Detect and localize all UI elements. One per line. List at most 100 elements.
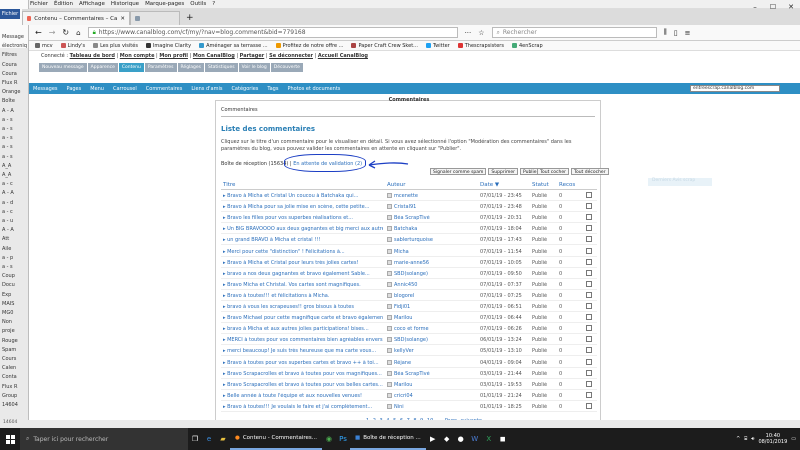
mail-folder-item[interactable]: Spam [2, 347, 16, 353]
inbox-count[interactable]: Boîte de réception (15634) | [221, 161, 292, 167]
bookmark-4enscrap[interactable]: 4enScrap [511, 43, 543, 49]
check-all-button[interactable]: Tout cocher [537, 168, 569, 175]
mail-folder-item[interactable]: A - A [2, 108, 14, 114]
taskbar-app-outlook[interactable]: ■ Boîte de réception ... [349, 428, 426, 450]
back-icon[interactable]: ← [35, 28, 42, 37]
comment-title-link[interactable]: ▸ bravo à Micha et aux autres jolies par… [223, 326, 383, 332]
comment-title-link[interactable]: ▸ Bravo à toutes!!! et félicitations à M… [223, 293, 383, 299]
link-profile[interactable]: Mon profil [159, 53, 188, 59]
menu-edit[interactable]: Édition [54, 1, 73, 7]
col-title[interactable]: Titre [223, 182, 235, 188]
row-checkbox[interactable] [586, 325, 592, 332]
mail-folder-item[interactable]: électroniq [2, 43, 27, 49]
mail-folder-item[interactable]: a - u [2, 218, 13, 224]
mail-folder-item[interactable]: A_A [2, 172, 11, 178]
menu-help[interactable]: ? [212, 1, 215, 7]
row-checkbox[interactable] [586, 192, 592, 198]
row-checkbox[interactable] [586, 247, 592, 254]
bookmark-lindys[interactable]: Lindy's [60, 43, 85, 49]
comment-author-link[interactable]: Marilou [387, 381, 467, 388]
mail-folder-item[interactable]: Flux R [2, 80, 17, 86]
mail-folder-item[interactable]: Rouge [2, 338, 18, 344]
comment-author-link[interactable]: marie-anne56 [387, 259, 467, 266]
tab-content[interactable]: Contenu [118, 63, 144, 72]
mail-folder-item[interactable]: a - c [2, 181, 13, 187]
tab-statistics[interactable]: Statistiques [205, 63, 238, 72]
mail-folder-item[interactable]: MG0 [2, 310, 13, 316]
comment-title-link[interactable]: ▸ Bravo à Micha et Cristal pour leurs tr… [223, 260, 383, 266]
blog-select[interactable]: entreescrap.canalblog.com [690, 85, 780, 92]
mail-folder-item[interactable]: a - s [2, 117, 13, 123]
mail-folder-item[interactable]: a - p [2, 255, 13, 261]
link-share[interactable]: Partager [240, 53, 265, 59]
mail-folder-item[interactable]: Conta [2, 374, 17, 380]
row-checkbox[interactable] [586, 303, 592, 309]
row-checkbox[interactable] [586, 291, 592, 298]
comment-title-link[interactable]: ▸ Bravo à toutes pour vos superbes carte… [223, 360, 383, 366]
link-account[interactable]: Mon compte [120, 53, 155, 59]
mail-folder-item[interactable]: Coura [2, 71, 17, 77]
comment-title-link[interactable]: ▸ Merci pour cette "distinction" ! Félic… [223, 249, 383, 255]
comment-author-link[interactable]: Batchaka [387, 226, 467, 232]
subnav-photos[interactable]: Photos et documents [287, 86, 340, 92]
delete-button[interactable]: Supprimer [488, 168, 518, 175]
comment-author-link[interactable]: Annic450 [387, 281, 467, 288]
comment-author-link[interactable]: Micha [387, 248, 467, 255]
mail-folder-item[interactable]: Docu [2, 282, 15, 288]
mail-folder-item[interactable]: Cours [2, 356, 16, 362]
tab-parameters[interactable]: Paramètres [144, 63, 177, 72]
mail-folder-item[interactable]: a - s [2, 264, 13, 270]
mail-folder-item[interactable]: Att [2, 236, 9, 242]
search-input[interactable]: ⌕ Rechercher [491, 27, 657, 38]
comment-author-link[interactable]: Cristal91 [387, 204, 467, 210]
mail-folder-item[interactable]: a - s [2, 144, 13, 150]
comment-title-link[interactable]: ▸ merci beaucoup! Je suis très heureuse … [223, 348, 383, 354]
col-status[interactable]: Statut [532, 182, 549, 188]
windows-start-icon[interactable] [0, 428, 20, 450]
subnav-friend-links[interactable]: Liens d'amis [191, 86, 222, 92]
row-checkbox[interactable] [586, 369, 592, 376]
link-logout[interactable]: Se déconnecter [269, 53, 313, 59]
row-checkbox[interactable] [586, 347, 592, 354]
mail-folder-item[interactable]: Flux R [2, 384, 17, 390]
reload-icon[interactable]: ↻ [62, 28, 69, 37]
comment-title-link[interactable]: ▸ bravo a nos deux gagnantes et bravo ég… [223, 271, 383, 277]
menu-tools[interactable]: Outils [190, 1, 206, 7]
word-icon[interactable]: W [468, 428, 482, 450]
mail-folder-item[interactable]: A_A [2, 163, 11, 169]
menu-bookmarks[interactable]: Marque-pages [145, 1, 184, 7]
bookmark-offre[interactable]: Profitez de notre offre ... [275, 43, 343, 49]
mail-folder-item[interactable]: Message [2, 34, 24, 40]
mail-folder-item[interactable]: Orange [2, 89, 20, 95]
taskbar-search-input[interactable]: ⌕ Taper ici pour rechercher [20, 428, 188, 450]
bookmark-paper-craft[interactable]: Paper Craft Crew Sket... [351, 43, 418, 49]
new-tab-icon[interactable]: + [186, 11, 194, 25]
mail-folder-item[interactable]: a - s [2, 154, 13, 160]
app-icon[interactable]: ◆ [440, 428, 454, 450]
mail-folder-item[interactable]: A - A [2, 190, 14, 196]
mail-folder-item[interactable]: Aile [2, 246, 11, 252]
clock[interactable]: 10:40 08/01/2019 [758, 433, 787, 445]
tab-settings[interactable]: Réglages [177, 63, 205, 72]
network-icon[interactable]: ⌸ [744, 436, 747, 442]
folder-icon[interactable]: ▰ [216, 428, 230, 450]
library-icon[interactable]: ⫼ [664, 28, 667, 37]
task-view-icon[interactable]: ❐ [188, 428, 202, 450]
uncheck-all-button[interactable]: Tout décocher [570, 168, 609, 175]
row-checkbox[interactable] [586, 358, 592, 365]
comment-author-link[interactable]: blogorel [387, 292, 467, 299]
app-icon[interactable]: ◼ [496, 428, 510, 450]
col-date[interactable]: Date ▼ [480, 182, 499, 188]
comment-author-link[interactable]: SBD(solange) [387, 337, 467, 343]
row-checkbox[interactable] [586, 391, 592, 398]
comment-author-link[interactable]: Marilou [387, 315, 467, 321]
mail-file-tab[interactable]: Fichier [0, 9, 20, 19]
row-checkbox[interactable] [586, 402, 592, 409]
link-my-canalblog[interactable]: Mon CanalBlog [193, 53, 235, 59]
bookmark-mcv[interactable]: mcv [35, 43, 53, 49]
link-dashboard[interactable]: Tableau de bord [70, 53, 115, 59]
row-checkbox[interactable] [586, 314, 592, 321]
excel-icon[interactable]: X [482, 428, 496, 450]
comment-title-link[interactable]: ▸ MERCI à toutes pour vos commentaires b… [223, 337, 383, 343]
mail-folder-item[interactable]: Boîte [2, 98, 15, 104]
